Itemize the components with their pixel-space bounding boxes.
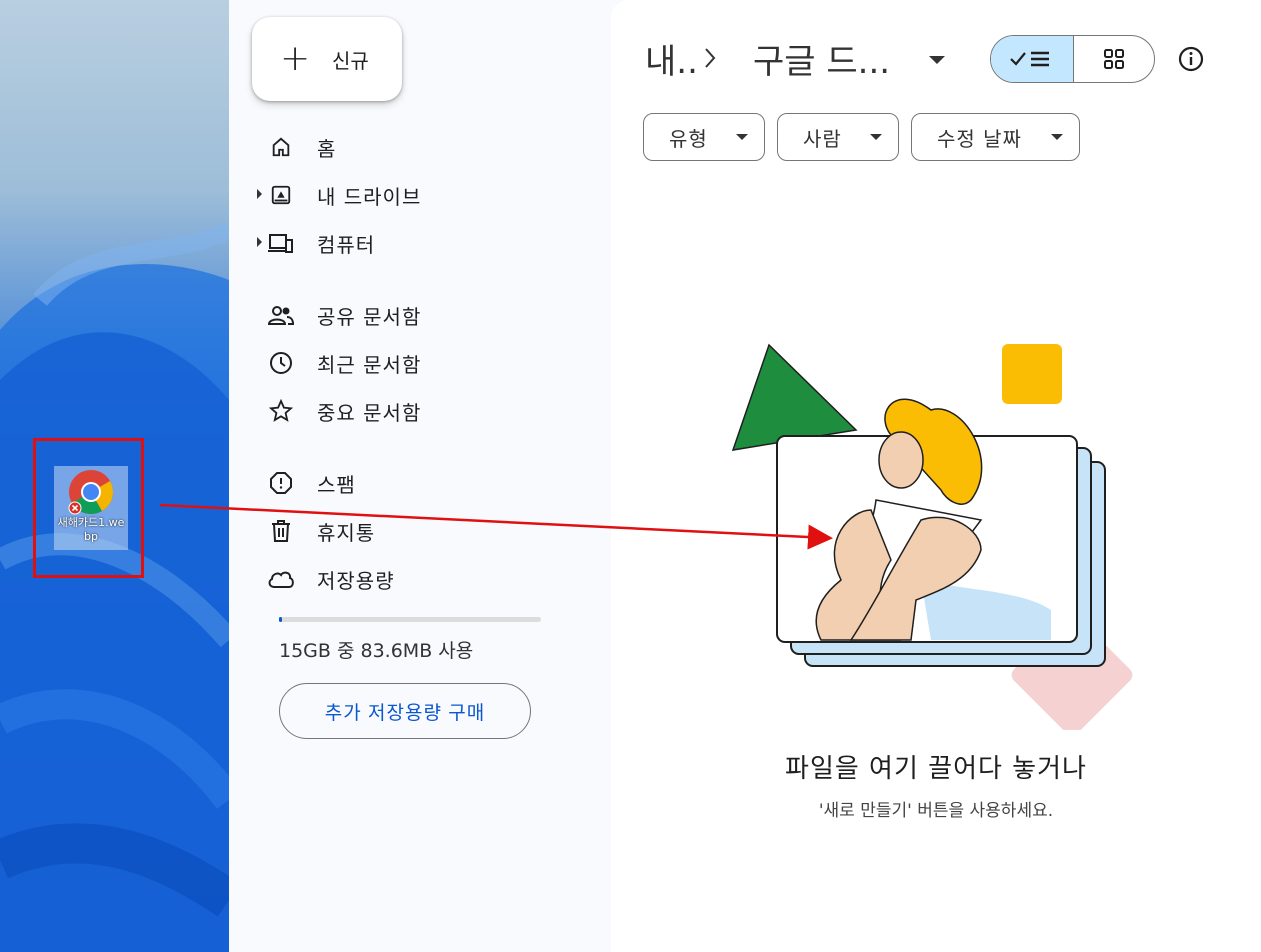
filter-label: 사람 xyxy=(803,126,842,151)
sidebar-item-spam[interactable]: 스팸 xyxy=(267,463,587,503)
storage-progress-bar xyxy=(279,617,541,622)
check-list-icon xyxy=(1010,51,1049,67)
highlight-box xyxy=(33,438,144,578)
sidebar-item-label: 휴지통 xyxy=(317,520,376,545)
sidebar-item-shared[interactable]: 공유 문서함 xyxy=(267,295,587,335)
cloud-icon xyxy=(267,565,295,593)
sidebar-item-home[interactable]: 홈 xyxy=(267,127,587,167)
filter-label: 수정 날짜 xyxy=(937,126,1022,151)
desktop-background: 새해카드1.webp xyxy=(0,0,229,952)
sidebar-item-starred[interactable]: 중요 문서함 xyxy=(267,391,587,431)
plus-icon: + xyxy=(280,38,311,79)
caret-down-icon xyxy=(870,134,882,140)
grid-view-button[interactable] xyxy=(1074,36,1154,82)
list-view-button[interactable] xyxy=(991,36,1074,82)
new-button-label: 신규 xyxy=(332,48,369,73)
breadcrumb-current[interactable]: 구글 드... xyxy=(753,34,890,83)
info-icon[interactable] xyxy=(1178,46,1204,76)
trash-icon xyxy=(267,517,295,545)
people-icon xyxy=(267,301,295,329)
caret-down-icon xyxy=(736,134,748,140)
storage-progress-fill xyxy=(279,617,282,622)
filter-label: 유형 xyxy=(669,126,708,151)
grid-icon xyxy=(1104,49,1124,69)
storage-usage-text: 15GB 중 83.6MB 사용 xyxy=(279,640,474,662)
sidebar-item-label: 최근 문서함 xyxy=(317,352,422,377)
filter-modified-chip[interactable]: 수정 날짜 xyxy=(911,113,1080,161)
sidebar-item-label: 공유 문서함 xyxy=(317,304,422,329)
new-button[interactable]: + 신규 xyxy=(252,17,402,101)
sidebar-item-label: 저장용량 xyxy=(317,568,395,593)
view-toggle xyxy=(990,35,1155,83)
sidebar-item-recent[interactable]: 최근 문서함 xyxy=(267,343,587,383)
chevron-right-icon xyxy=(703,46,717,74)
empty-state-illustration xyxy=(731,343,1133,730)
filter-type-chip[interactable]: 유형 xyxy=(643,113,765,161)
expand-caret-icon[interactable] xyxy=(257,237,262,247)
sidebar: + 신규 홈 내 드라이브 컴퓨터 공유 문서함 최근 문서함 중요 문서함 스… xyxy=(229,0,611,952)
sidebar-item-computers[interactable]: 컴퓨터 xyxy=(257,223,587,263)
sidebar-item-label: 중요 문서함 xyxy=(317,400,422,425)
chevron-down-icon[interactable] xyxy=(929,56,945,64)
sidebar-item-label: 홈 xyxy=(317,136,337,161)
empty-state-subtitle: '새로 만들기' 버튼을 사용하세요. xyxy=(818,801,1054,821)
sidebar-item-storage[interactable]: 저장용량 xyxy=(267,559,587,599)
computer-icon xyxy=(267,229,295,257)
clock-icon xyxy=(267,349,295,377)
expand-caret-icon[interactable] xyxy=(257,189,262,199)
sidebar-item-trash[interactable]: 휴지통 xyxy=(267,511,587,551)
sidebar-item-label: 내 드라이브 xyxy=(317,184,422,209)
drive-icon xyxy=(267,181,295,209)
star-icon xyxy=(267,397,295,425)
sidebar-item-my-drive[interactable]: 내 드라이브 xyxy=(257,175,587,215)
caret-down-icon xyxy=(1051,134,1063,140)
buy-storage-button[interactable]: 추가 저장용량 구매 xyxy=(279,683,531,739)
sidebar-item-label: 스팸 xyxy=(317,472,356,497)
sidebar-item-label: 컴퓨터 xyxy=(317,232,376,257)
home-icon xyxy=(267,133,295,161)
breadcrumb-parent[interactable]: 내.. xyxy=(645,34,698,83)
spam-icon xyxy=(267,469,295,497)
filter-people-chip[interactable]: 사람 xyxy=(777,113,899,161)
empty-state-title: 파일을 여기 끌어다 놓거나 xyxy=(785,754,1087,784)
